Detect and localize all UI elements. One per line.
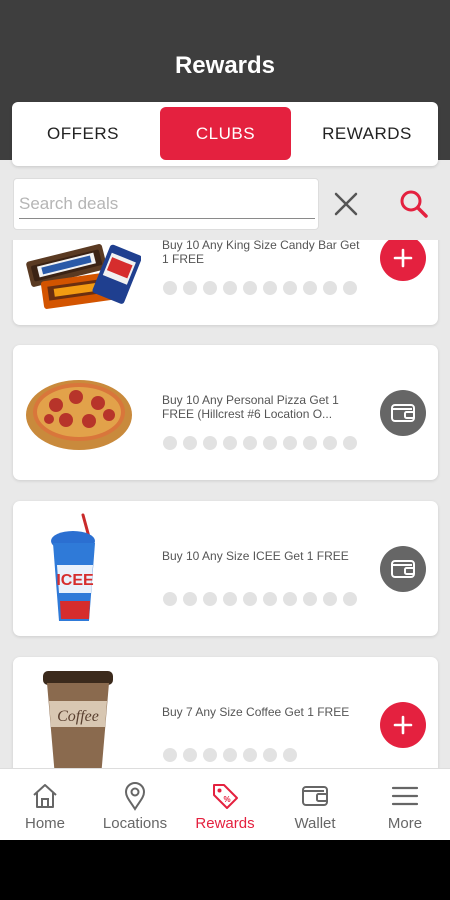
plus-icon	[393, 715, 413, 735]
punch-dot	[203, 281, 217, 295]
punch-dot	[163, 281, 177, 295]
punch-dot	[323, 592, 337, 606]
nav-label: Wallet	[294, 815, 336, 832]
punch-dot	[263, 281, 277, 295]
punch-dot	[343, 592, 357, 606]
tab-offers[interactable]: OFFERS	[18, 107, 148, 160]
svg-text:Coffee: Coffee	[57, 708, 99, 725]
punch-dot	[183, 281, 197, 295]
punch-dot	[283, 592, 297, 606]
punch-dot	[283, 748, 297, 762]
search-input[interactable]	[19, 189, 315, 219]
tab-rewards[interactable]: REWARDS	[302, 107, 432, 160]
tag-icon: %	[213, 784, 238, 809]
punch-dot	[263, 436, 277, 450]
club-title: Buy 7 Any Size Coffee Get 1 FREE	[162, 705, 350, 719]
candy-bars-image	[21, 240, 142, 312]
in-wallet-button[interactable]	[380, 390, 426, 436]
close-icon	[334, 192, 358, 216]
nav-rewards[interactable]: % Rewards	[180, 769, 270, 840]
punch-dot	[203, 592, 217, 606]
punch-dot	[303, 281, 317, 295]
punch-card-progress	[163, 281, 357, 295]
wallet-icon	[302, 786, 328, 806]
menu-icon	[391, 786, 419, 806]
home-icon	[33, 784, 57, 808]
page-title: Rewards	[174, 52, 276, 79]
punch-dot	[263, 748, 277, 762]
icee-cup-image: ICEE	[21, 513, 141, 623]
punch-card-progress	[163, 592, 357, 606]
club-card[interactable]: Buy 10 Any Personal Pizza Get 1 FREE (Hi…	[13, 345, 438, 480]
punch-dot	[283, 436, 297, 450]
punch-dot	[323, 436, 337, 450]
punch-dot	[223, 592, 237, 606]
club-card[interactable]: Coffee Buy 7 Any Size Coffee Get 1 FREE	[13, 657, 438, 768]
wallet-icon	[391, 560, 415, 578]
bottom-nav: Home Locations % Rewards Wallet More	[0, 768, 450, 840]
punch-dot	[243, 592, 257, 606]
nav-more[interactable]: More	[360, 769, 450, 840]
add-club-button[interactable]	[380, 240, 426, 281]
punch-dot	[243, 281, 257, 295]
punch-dot	[163, 436, 177, 450]
punch-dot	[223, 436, 237, 450]
punch-dot	[303, 436, 317, 450]
punch-dot	[223, 748, 237, 762]
pizza-image	[21, 357, 141, 467]
nav-label: More	[387, 815, 423, 832]
punch-dot	[323, 281, 337, 295]
punch-dot	[303, 592, 317, 606]
wallet-icon	[391, 404, 415, 422]
punch-card-progress	[163, 436, 357, 450]
punch-card-progress	[163, 748, 297, 762]
punch-dot	[243, 436, 257, 450]
punch-dot	[183, 748, 197, 762]
punch-dot	[263, 592, 277, 606]
search-box	[13, 178, 319, 230]
nav-home[interactable]: Home	[0, 769, 90, 840]
nav-label: Locations	[102, 815, 168, 832]
search-icon	[400, 190, 428, 218]
punch-dot	[283, 281, 297, 295]
club-title: Buy 10 Any Personal Pizza Get 1 FREE (Hi…	[162, 393, 339, 421]
clear-search-button[interactable]	[330, 188, 362, 220]
in-wallet-button[interactable]	[380, 546, 426, 592]
punch-dot	[183, 592, 197, 606]
punch-dot	[163, 592, 177, 606]
svg-text:%: %	[223, 795, 230, 804]
punch-dot	[163, 748, 177, 762]
punch-dot	[203, 436, 217, 450]
coffee-cup-image: Coffee	[21, 669, 141, 768]
clubs-list: Buy 10 Any King Size Candy Bar Get 1 FRE…	[0, 240, 450, 768]
nav-wallet[interactable]: Wallet	[270, 769, 360, 840]
punch-dot	[223, 281, 237, 295]
add-club-button[interactable]	[380, 702, 426, 748]
tab-clubs[interactable]: CLUBS	[160, 107, 291, 160]
club-title: Buy 10 Any King Size Candy Bar Get 1 FRE…	[162, 240, 360, 266]
search-button[interactable]	[396, 186, 432, 222]
segment-tabs: OFFERS CLUBS REWARDS	[12, 102, 438, 166]
nav-locations[interactable]: Locations	[90, 769, 180, 840]
svg-text:ICEE: ICEE	[56, 572, 94, 589]
punch-dot	[343, 281, 357, 295]
punch-dot	[183, 436, 197, 450]
club-card[interactable]: ICEE Buy 10 Any Size ICEE Get 1 FREE	[13, 501, 438, 636]
club-card[interactable]: Buy 10 Any King Size Candy Bar Get 1 FRE…	[13, 240, 438, 325]
punch-dot	[203, 748, 217, 762]
punch-dot	[243, 748, 257, 762]
rewards-screen: Rewards OFFERS CLUBS REWARDS Search deal…	[0, 0, 450, 840]
club-title: Buy 10 Any Size ICEE Get 1 FREE	[162, 549, 349, 563]
nav-label: Rewards	[195, 815, 255, 832]
plus-icon	[393, 248, 413, 268]
location-pin-icon	[124, 782, 146, 811]
nav-label: Home	[24, 815, 65, 832]
punch-dot	[343, 436, 357, 450]
